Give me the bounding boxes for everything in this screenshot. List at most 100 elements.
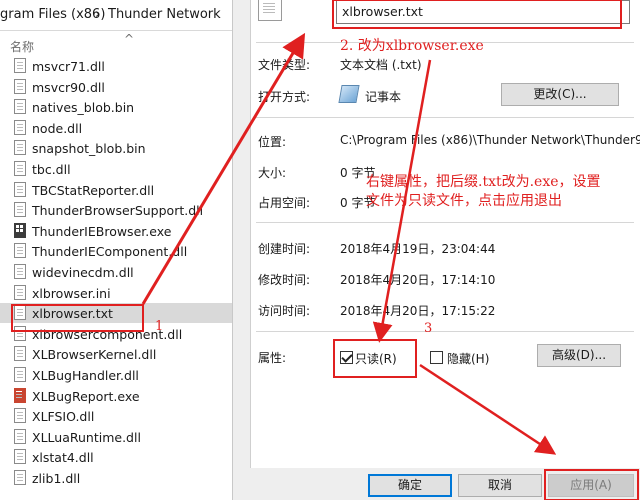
- ini-file-icon: [14, 284, 26, 300]
- file-name: XLBugHandler.dll: [32, 368, 139, 383]
- filename-field[interactable]: xlbrowser.txt: [336, 0, 630, 24]
- readonly-checkbox[interactable]: [340, 351, 353, 364]
- dll-file-icon: [14, 202, 26, 218]
- divider: [256, 331, 634, 332]
- location-label: 位置:: [258, 135, 287, 149]
- text-file-icon: [14, 305, 26, 321]
- created-value: 2018年4月19日，23:04:44: [340, 242, 496, 256]
- file-name: ThunderIEBrowser.exe: [32, 223, 172, 239]
- file-name: TBCStatReporter.dll: [32, 182, 155, 198]
- dll-file-icon: [14, 367, 26, 382]
- file-row[interactable]: XLLuaRuntime.dll: [0, 427, 232, 447]
- change-button[interactable]: 更改(C)...: [501, 83, 619, 106]
- dll-file-icon: [14, 181, 26, 197]
- size-on-disk-label: 占用空间:: [258, 196, 311, 210]
- notepad-icon: [338, 85, 360, 103]
- explorer-pane: gram Files (x86) › Thunder Network 名称 ^ …: [0, 0, 232, 500]
- breadcrumb: gram Files (x86) › Thunder Network: [0, 0, 232, 31]
- file-row[interactable]: xlstat4.dll: [0, 447, 232, 467]
- dll-file-icon: [14, 408, 26, 424]
- file-name: node.dll: [32, 120, 83, 136]
- divider: [256, 42, 634, 43]
- file-row[interactable]: xlbrowser.ini: [0, 283, 232, 303]
- dll-file-icon: [14, 470, 26, 485]
- file-row[interactable]: ThunderIEBrowser.exe: [0, 221, 232, 241]
- bug-report-icon: [14, 387, 26, 403]
- text-document-icon: [258, 0, 282, 21]
- file-row[interactable]: XLBugHandler.dll: [0, 365, 232, 385]
- file-row[interactable]: xlbrowser.txt: [0, 303, 232, 324]
- file-row[interactable]: XLFSIO.dll: [0, 406, 232, 426]
- exe-icon: [14, 222, 26, 238]
- hidden-checkbox[interactable]: [430, 351, 443, 364]
- file-row[interactable]: zlib1.dll: [0, 468, 232, 488]
- file-type-value: 文本文档 (.txt): [340, 58, 422, 72]
- file-name: zlib1.dll: [32, 471, 81, 486]
- file-row[interactable]: XLBugReport.exe: [0, 386, 232, 406]
- file-row[interactable]: TBCStatReporter.dll: [0, 180, 232, 200]
- accessed-label: 访问时间:: [258, 304, 311, 318]
- size-value: 0 字节: [340, 166, 376, 180]
- column-header-name[interactable]: 名称 ^: [0, 32, 232, 54]
- file-row[interactable]: ThunderIEComponent.dll: [0, 241, 232, 261]
- breadcrumb-program-files[interactable]: gram Files (x86): [0, 7, 105, 22]
- file-row[interactable]: snapshot_blob.bin: [0, 138, 232, 158]
- column-header-label: 名称: [10, 40, 35, 54]
- file-row[interactable]: ThunderBrowserSupport.dll: [0, 200, 232, 220]
- accessed-value: 2018年4月20日，17:15:22: [340, 304, 496, 318]
- file-row[interactable]: XLBrowserKernel.dll: [0, 344, 232, 364]
- file-name: XLFSIO.dll: [32, 409, 95, 425]
- file-row[interactable]: node.dll: [0, 118, 232, 138]
- advanced-button[interactable]: 高级(D)...: [537, 344, 621, 367]
- created-label: 创建时间:: [258, 242, 311, 256]
- divider: [256, 222, 634, 223]
- file-name: ThunderBrowserSupport.dll: [32, 203, 204, 219]
- file-name: tbc.dll: [32, 162, 71, 177]
- file-row[interactable]: natives_blob.bin: [0, 97, 232, 117]
- open-with-label: 打开方式:: [258, 90, 311, 104]
- file-row[interactable]: msvcr71.dll: [0, 56, 232, 76]
- attributes-label: 属性:: [258, 351, 287, 365]
- file-name: xlbrowser.ini: [32, 285, 111, 301]
- file-name: xlstat4.dll: [32, 450, 94, 466]
- apply-button[interactable]: 应用(A): [548, 474, 634, 497]
- dll-file-icon: [14, 325, 26, 341]
- dll-file-icon: [14, 78, 26, 94]
- file-name: widevinecdm.dll: [32, 265, 134, 280]
- file-row[interactable]: tbc.dll: [0, 159, 232, 179]
- dll-file-icon: [14, 58, 26, 73]
- dll-file-icon: [14, 346, 26, 362]
- dll-file-icon: [14, 119, 26, 135]
- size-on-disk-value: 0 字节: [340, 196, 376, 210]
- file-icon: [14, 99, 26, 115]
- file-name: snapshot_blob.bin: [32, 141, 146, 157]
- cancel-button[interactable]: 取消: [458, 474, 542, 497]
- hidden-label[interactable]: 隐藏(H): [447, 350, 489, 367]
- file-type-label: 文件类型:: [258, 58, 311, 72]
- file-icon: [14, 140, 26, 156]
- general-tab-panel: xlbrowser.txt 文件类型: 文本文档 (.txt) 打开方式: 记事…: [250, 0, 640, 468]
- file-name: XLBrowserKernel.dll: [32, 347, 157, 363]
- dll-file-icon: [14, 449, 26, 465]
- file-name: XLBugReport.exe: [32, 388, 140, 404]
- file-row[interactable]: msvcr90.dll: [0, 77, 232, 97]
- breadcrumb-separator: ›: [95, 7, 101, 22]
- breadcrumb-thunder-network[interactable]: Thunder Network: [108, 7, 221, 22]
- file-row[interactable]: widevinecdm.dll: [0, 262, 232, 282]
- dll-file-icon: [14, 243, 26, 259]
- readonly-label[interactable]: 只读(R): [355, 350, 397, 367]
- file-row[interactable]: xlbrowsercomponent.dll: [0, 324, 232, 344]
- divider: [256, 117, 634, 118]
- dll-file-icon: [14, 428, 26, 444]
- file-name: xlbrowsercomponent.dll: [32, 326, 183, 342]
- ok-button[interactable]: 确定: [368, 474, 452, 497]
- modified-value: 2018年4月20日，17:14:10: [340, 273, 496, 287]
- sort-caret-icon: ^: [124, 32, 135, 46]
- file-name: msvcr90.dll: [32, 79, 105, 95]
- filename-value: xlbrowser.txt: [342, 4, 423, 19]
- dll-file-icon: [14, 161, 26, 176]
- properties-dialog: xlbrowser.txt 文件类型: 文本文档 (.txt) 打开方式: 记事…: [232, 0, 640, 500]
- size-label: 大小:: [258, 166, 287, 180]
- modified-label: 修改时间:: [258, 273, 311, 287]
- dll-file-icon: [14, 264, 26, 279]
